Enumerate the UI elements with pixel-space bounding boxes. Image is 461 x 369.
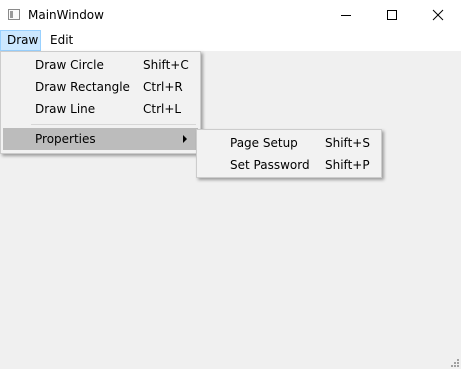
draw-menu-dropdown: Draw Circle Shift+C Draw Rectangle Ctrl+… [0, 51, 201, 154]
title-bar[interactable]: MainWindow [0, 0, 461, 30]
menu-separator [31, 124, 196, 125]
properties-submenu: Page Setup Shift+S Set Password Shift+P [196, 129, 382, 178]
close-button[interactable] [415, 0, 461, 30]
menu-item-label: Page Setup [230, 136, 298, 150]
menu-edit[interactable]: Edit [44, 30, 80, 51]
window-title: MainWindow [28, 8, 104, 22]
close-icon [432, 9, 444, 21]
menu-draw[interactable]: Draw [0, 30, 41, 51]
menu-item-draw-rectangle[interactable]: Draw Rectangle Ctrl+R [3, 76, 198, 98]
submenu-arrow-icon [183, 135, 187, 143]
maximize-icon [387, 10, 397, 20]
menu-item-draw-line[interactable]: Draw Line Ctrl+L [3, 98, 198, 120]
menu-item-shortcut: Shift+C [143, 58, 189, 72]
menu-item-shortcut: Shift+P [325, 158, 370, 172]
minimize-button[interactable] [323, 0, 369, 30]
menu-item-shortcut: Shift+S [325, 136, 370, 150]
main-window: MainWindow Draw Edit Draw Circle Shift+C… [0, 0, 461, 369]
menu-bar: Draw Edit [0, 30, 461, 51]
maximize-button[interactable] [369, 0, 415, 30]
menu-item-label: Draw Rectangle [35, 80, 130, 94]
minimize-icon [341, 15, 351, 16]
menu-item-set-password[interactable]: Set Password Shift+P [199, 154, 379, 176]
menu-item-label: Properties [35, 132, 96, 146]
menu-item-shortcut: Ctrl+L [143, 102, 182, 116]
menu-item-properties[interactable]: Properties [3, 128, 198, 150]
menu-item-label: Draw Line [35, 102, 96, 116]
menu-item-shortcut: Ctrl+R [143, 80, 183, 94]
resize-grip-icon[interactable] [451, 359, 459, 367]
menu-item-draw-circle[interactable]: Draw Circle Shift+C [3, 54, 198, 76]
menu-item-label: Set Password [230, 158, 310, 172]
menu-item-label: Draw Circle [35, 58, 104, 72]
menu-item-page-setup[interactable]: Page Setup Shift+S [199, 132, 379, 154]
app-window-icon [8, 9, 20, 20]
